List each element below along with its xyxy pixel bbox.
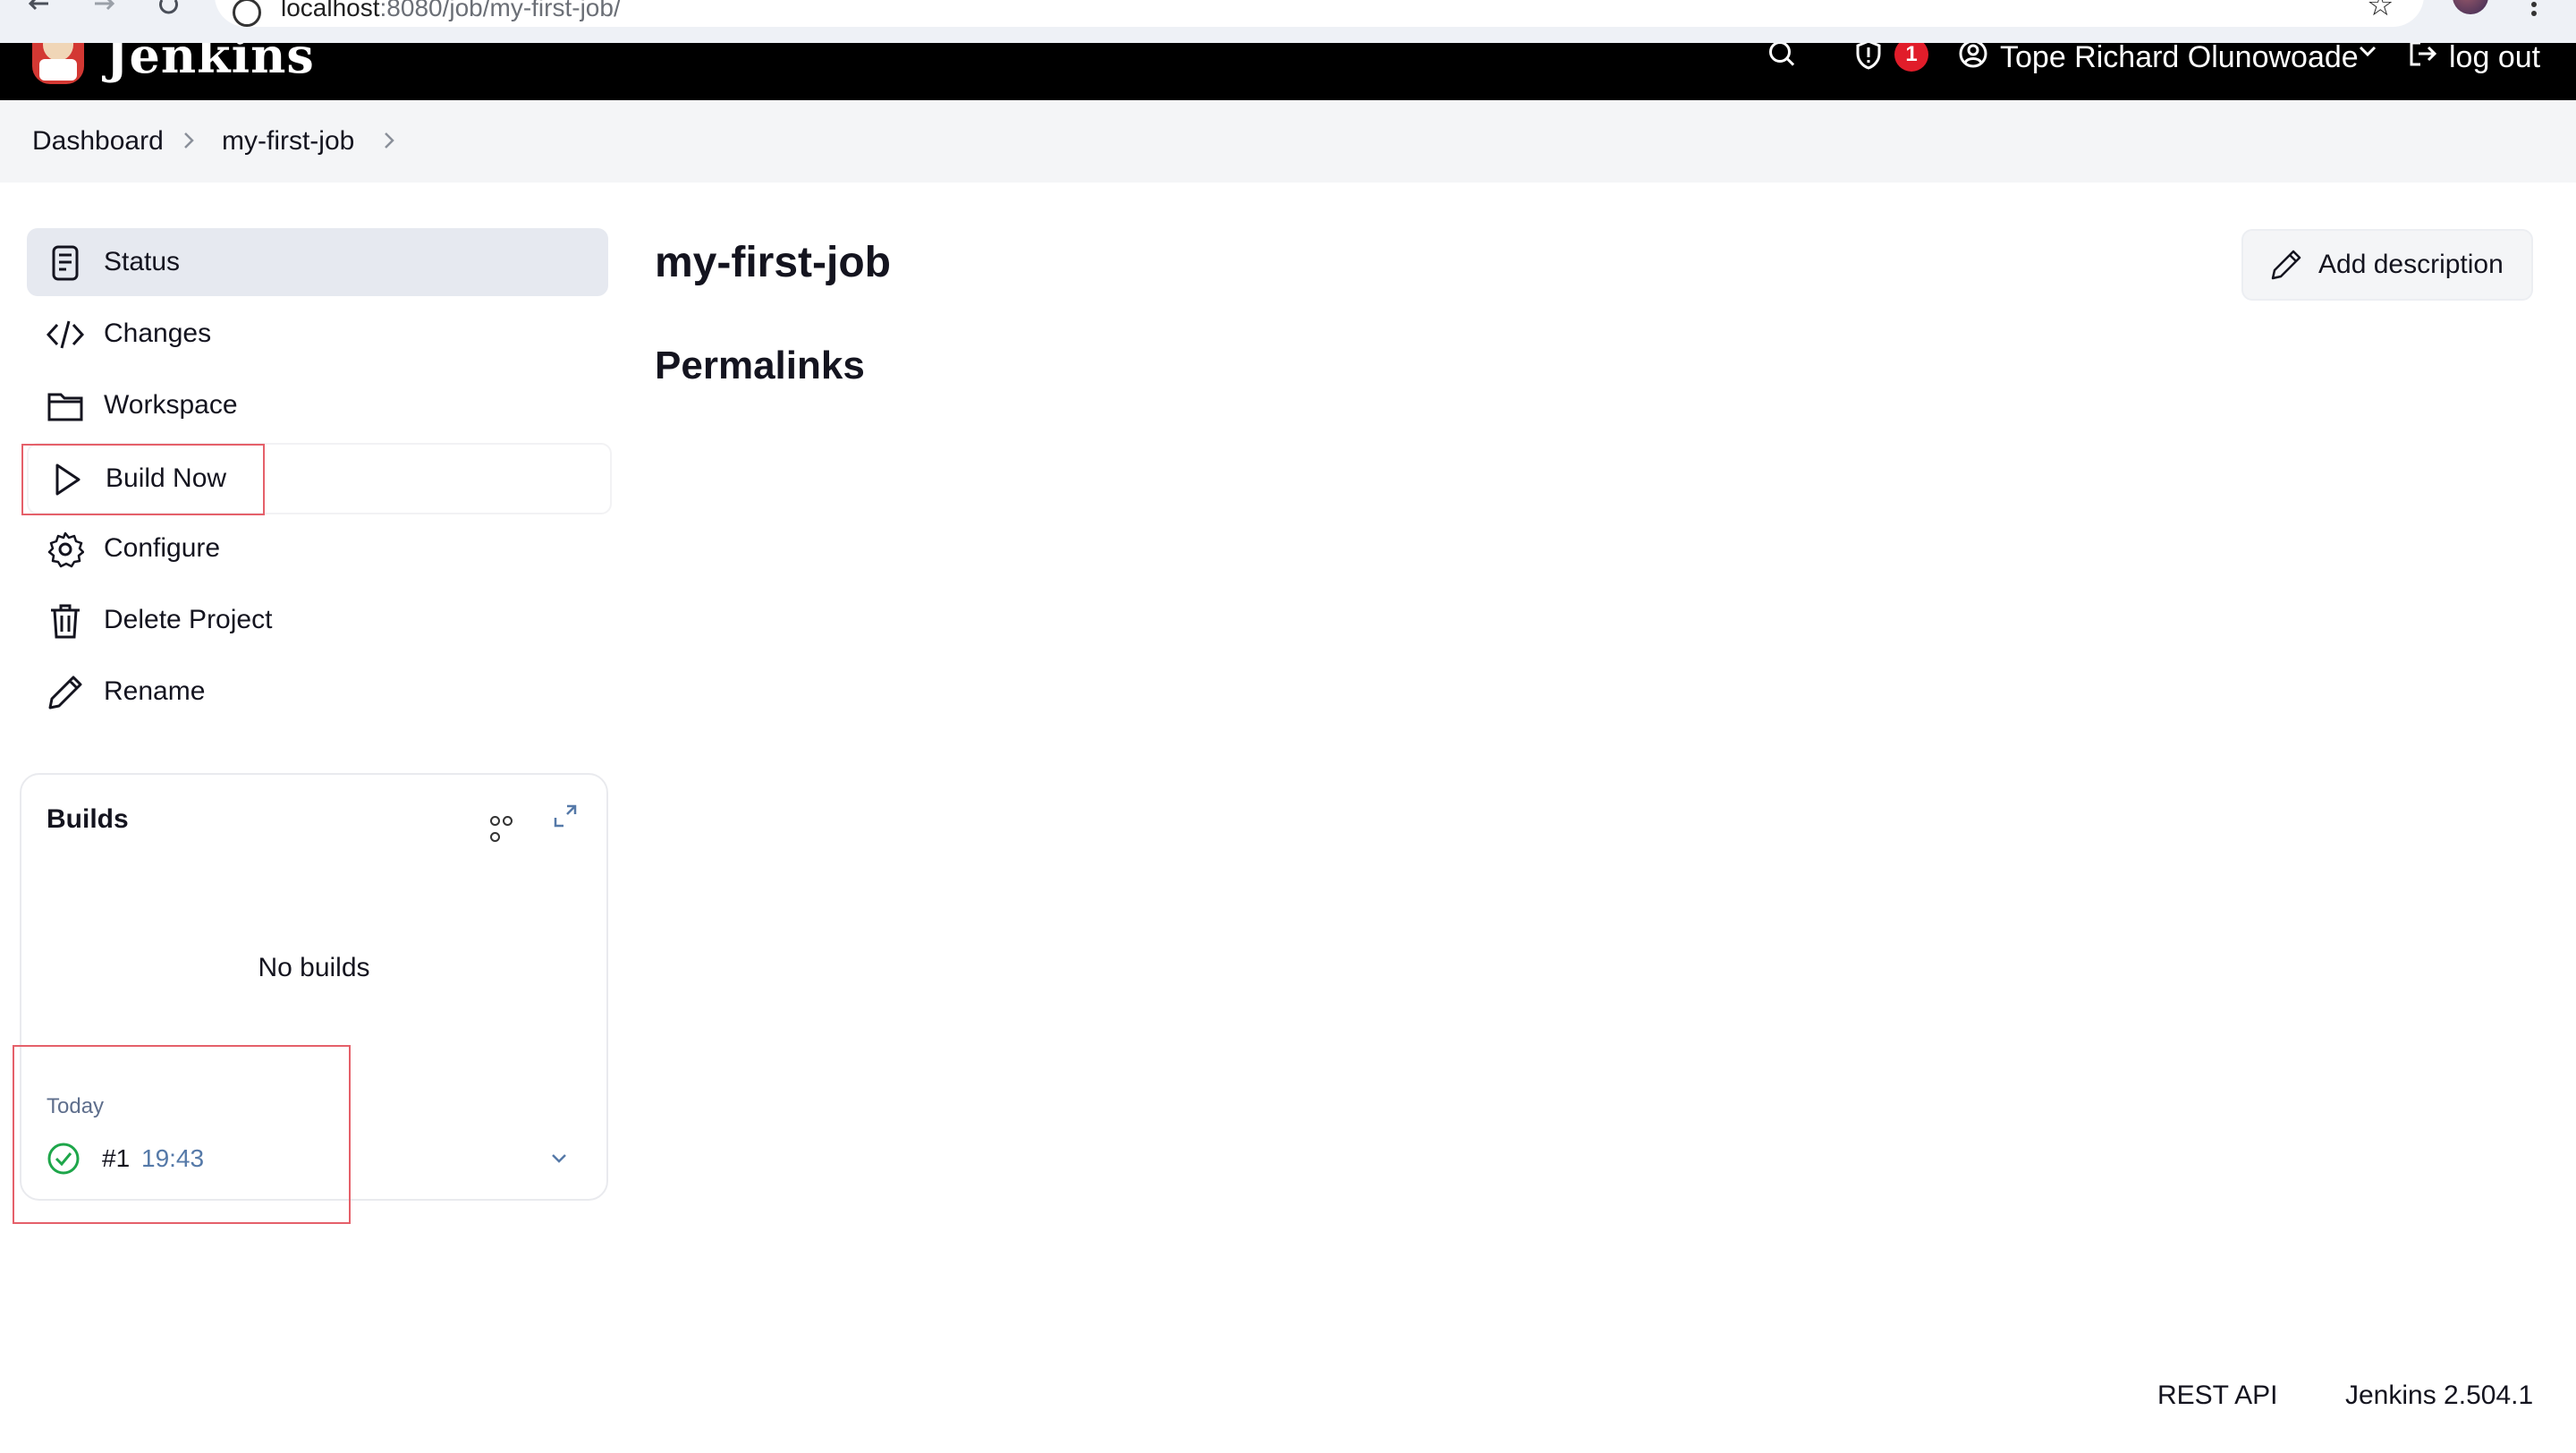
browser-chrome: localhost:8080/job/my-first-job/ ☆ [0, 0, 2576, 43]
jenkins-version-link[interactable]: Jenkins 2.504.1 [2345, 1380, 2533, 1412]
bookmark-star-icon[interactable]: ☆ [2367, 0, 2394, 23]
breadcrumb-my-first-job[interactable]: my-first-job [222, 125, 354, 157]
browser-profile-avatar[interactable] [2453, 0, 2488, 14]
jenkins-logo[interactable] [32, 43, 84, 84]
search-icon[interactable] [1769, 43, 1792, 64]
play-icon [48, 461, 86, 498]
browser-menu-icon[interactable] [2531, 0, 2537, 16]
chevron-right-icon[interactable] [379, 131, 399, 150]
task-delete-project[interactable]: Delete Project [27, 586, 608, 654]
build-group-label: Today [47, 1094, 105, 1118]
folder-icon [47, 387, 84, 425]
pencil-icon [2270, 249, 2302, 281]
app-title[interactable]: Jenkins [106, 43, 315, 84]
task-changes[interactable]: Changes [27, 300, 608, 368]
task-label: Rename [104, 676, 206, 706]
expand-icon[interactable] [553, 803, 578, 828]
reload-icon[interactable] [150, 0, 186, 18]
back-arrow-icon[interactable] [21, 0, 57, 18]
jenkins-header: Jenkins 1 Tope Richard Olunowoade log ou… [0, 43, 2576, 100]
forward-arrow-icon[interactable] [86, 0, 122, 18]
task-label: Status [104, 247, 181, 276]
task-rename[interactable]: Rename [27, 658, 608, 726]
page-title: my-first-job [655, 239, 891, 286]
url-text[interactable]: localhost:8080/job/my-first-job/ [281, 0, 621, 21]
task-configure[interactable]: Configure [27, 514, 608, 582]
address-bar[interactable]: localhost:8080/job/my-first-job/ [215, 0, 2424, 27]
build-number-link[interactable]: #1 [102, 1143, 130, 1174]
chevron-down-icon[interactable] [549, 1149, 569, 1168]
breadcrumb: Dashboard my-first-job [0, 100, 2576, 183]
logout-icon[interactable] [2408, 43, 2438, 68]
site-info-icon[interactable] [233, 0, 261, 27]
task-status[interactable]: Status [27, 228, 608, 296]
pencil-icon [47, 674, 84, 711]
permalinks-heading: Permalinks [655, 344, 865, 387]
builds-title: Builds [47, 804, 129, 834]
logout-link[interactable]: log out [2449, 43, 2540, 77]
add-description-label: Add description [2318, 250, 2504, 279]
empty-builds-message: No builds [258, 953, 370, 982]
build-time-link[interactable]: 19:43 [141, 1143, 204, 1174]
task-label: Build Now [106, 463, 227, 493]
task-build-now[interactable]: Build Now [27, 443, 612, 514]
add-description-button[interactable]: Add description [2241, 229, 2533, 301]
breadcrumb-dashboard[interactable]: Dashboard [32, 125, 164, 157]
more-options-icon[interactable] [490, 814, 522, 842]
task-label: Configure [104, 533, 221, 563]
builds-panel: Builds No builds Today #1 19:43 [20, 773, 608, 1201]
gear-icon [47, 531, 85, 568]
trash-icon [47, 602, 84, 640]
user-icon[interactable] [1959, 43, 1987, 68]
shield-icon[interactable] [1855, 43, 1882, 70]
task-workspace[interactable]: Workspace [27, 371, 608, 439]
user-name-link[interactable]: Tope Richard Olunowoade [2000, 43, 2359, 77]
chevron-down-icon[interactable] [2358, 43, 2377, 61]
success-check-icon [47, 1142, 80, 1176]
status-icon [47, 244, 84, 282]
task-label: Changes [104, 319, 212, 348]
rest-api-link[interactable]: REST API [2157, 1380, 2278, 1412]
task-label: Delete Project [104, 605, 273, 634]
task-label: Workspace [104, 390, 238, 420]
chevron-right-icon [179, 131, 199, 150]
code-icon [46, 316, 85, 353]
notification-badge[interactable]: 1 [1894, 43, 1928, 72]
